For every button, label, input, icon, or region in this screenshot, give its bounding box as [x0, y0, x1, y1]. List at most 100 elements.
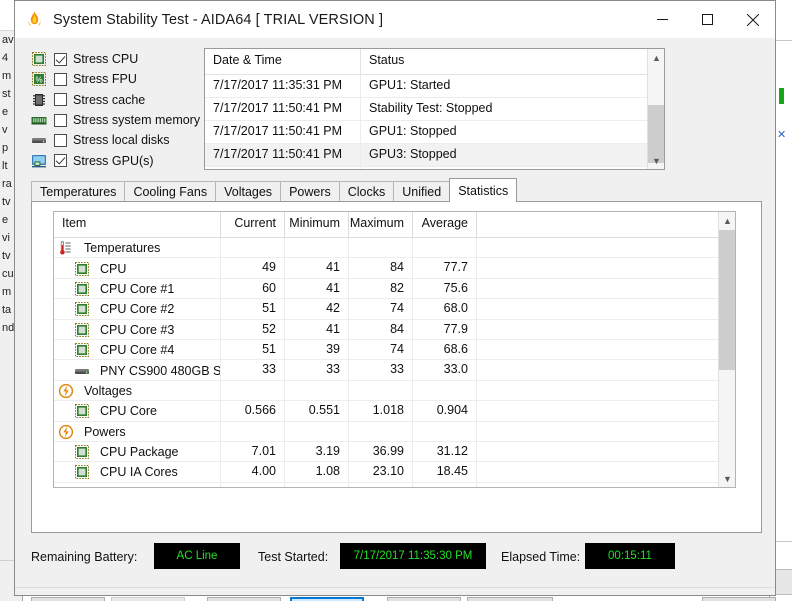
- tab-unified[interactable]: Unified: [393, 181, 451, 202]
- cpu-icon: [74, 281, 90, 297]
- scroll-down-icon[interactable]: ▼: [648, 152, 664, 169]
- log-empty-datetime: [205, 167, 361, 169]
- table-row[interactable]: 7/17/2017 11:35:31 PM GPU1: Started: [205, 75, 664, 98]
- cpu-icon: [74, 322, 90, 338]
- table-row[interactable]: PNY CS900 480GB SSD33333333.0: [54, 360, 735, 381]
- table-row[interactable]: CPU 49 41 84 77.7: [54, 258, 735, 279]
- tab-statistics[interactable]: Statistics: [449, 178, 518, 202]
- stress-option-checkbox[interactable]: [54, 133, 67, 147]
- statistics-spacer-cell: [477, 238, 735, 257]
- statistics-tab-panel: Item Current Minimum Maximum Average Tem…: [31, 201, 762, 533]
- stress-option-checkbox[interactable]: [54, 72, 67, 86]
- table-row[interactable]: CPU Core #4 51 39 74 68.6: [54, 339, 735, 361]
- statistics-current-cell: [221, 238, 285, 258]
- statistics-grid[interactable]: Item Current Minimum Maximum Average Tem…: [53, 211, 736, 488]
- preferences-button[interactable]: Preferences: [467, 597, 553, 601]
- col-header-average[interactable]: Average: [413, 212, 477, 237]
- event-log-col-status[interactable]: Status: [361, 49, 664, 74]
- statistics-spacer-cell: [477, 422, 735, 441]
- stress-option-row[interactable]: Stress system memory: [31, 110, 201, 130]
- tab-voltages[interactable]: Voltages: [215, 181, 282, 202]
- table-row[interactable]: CPU Core #1 60 41 82 75.6: [54, 278, 735, 300]
- table-row[interactable]: CPU IA Cores 4.00 1.08 23.10 18.45: [54, 462, 735, 483]
- statistics-minimum-cell: [285, 238, 349, 258]
- event-log-list[interactable]: Date & Time Status 7/17/2017 11:35:31 PM…: [204, 48, 665, 170]
- statistics-average-cell: [413, 238, 477, 258]
- top-section: Stress CPU% Stress FPU Stress cache Stress …: [15, 38, 775, 178]
- clear-button[interactable]: Clear: [207, 597, 281, 601]
- event-log-scrollbar[interactable]: ▲ ▼: [647, 49, 664, 169]
- save-button[interactable]: Save: [290, 597, 364, 601]
- stress-option-checkbox[interactable]: [54, 52, 67, 66]
- stress-option-row[interactable]: Stress local disks: [31, 130, 201, 150]
- minimize-icon[interactable]: [640, 1, 685, 38]
- stress-options-list[interactable]: Stress CPU% Stress FPU Stress cache Stress …: [31, 49, 201, 171]
- col-header-minimum[interactable]: Minimum: [285, 212, 349, 237]
- statistics-spacer-cell: [477, 279, 735, 298]
- table-row[interactable]: Temperatures: [54, 238, 735, 259]
- test-started-value: 7/17/2017 11:35:30 PM: [340, 543, 486, 569]
- tab-clocks[interactable]: Clocks: [338, 181, 395, 202]
- scroll-down-icon[interactable]: ▼: [719, 470, 735, 487]
- tab-powers[interactable]: Powers: [280, 181, 340, 202]
- col-header-maximum[interactable]: Maximum: [349, 212, 413, 237]
- status-line: Remaining Battery: AC Line Test Started:…: [31, 543, 762, 573]
- stress-option-row[interactable]: Stress cache: [31, 90, 201, 110]
- titlebar[interactable]: System Stability Test - AIDA64 [ TRIAL V…: [15, 1, 775, 38]
- tab-strip[interactable]: Temperatures Cooling Fans Voltages Powers Cl…: [31, 178, 518, 202]
- statistics-item-cell: Voltages: [54, 380, 221, 401]
- gpu-icon: [74, 485, 90, 487]
- statistics-minimum-cell: 33: [285, 360, 349, 380]
- table-row[interactable]: 7/17/2017 11:50:41 PM GPU3: Stopped: [205, 144, 664, 167]
- log-status-cell: Stability Test: Stopped: [369, 101, 493, 115]
- statistics-item-cell: CPU Core #2: [54, 299, 221, 319]
- stress-option-checkbox[interactable]: [54, 93, 67, 107]
- col-header-item[interactable]: Item: [54, 212, 221, 237]
- statistics-maximum-cell: 82: [349, 278, 413, 299]
- tab-label: Unified: [402, 185, 442, 199]
- table-row[interactable]: CPU GT Cores 0.060.0110.579.59: [54, 482, 735, 487]
- fpu-icon: %: [31, 71, 47, 87]
- cpuid-button[interactable]: CPUID: [387, 597, 461, 601]
- disk-icon: [74, 363, 90, 379]
- table-row[interactable]: Powers: [54, 421, 735, 442]
- table-row[interactable]: CPU Core #2 51 42 74 68.0: [54, 299, 735, 320]
- stress-option-row[interactable]: % Stress FPU: [31, 69, 201, 89]
- maximize-icon[interactable]: [685, 1, 730, 38]
- statistics-spacer-cell: [477, 360, 735, 379]
- table-row[interactable]: Voltages: [54, 380, 735, 402]
- statistics-item-cell: CPU GT Cores: [54, 482, 221, 487]
- scroll-up-icon[interactable]: ▲: [719, 212, 735, 229]
- stress-option-checkbox[interactable]: [54, 113, 67, 127]
- statistics-minimum-cell: [285, 380, 349, 401]
- table-row[interactable]: CPU Package 7.01 3.19 36.99 31.12: [54, 441, 735, 463]
- table-row[interactable]: CPU Core #3 52 41 84 77.9: [54, 319, 735, 340]
- statistics-average-cell: 18.45: [413, 462, 477, 482]
- statistics-spacer-cell: [477, 442, 735, 461]
- tab-cooling-fans[interactable]: Cooling Fans: [124, 181, 217, 202]
- statistics-maximum-cell: 33: [349, 360, 413, 380]
- stress-option-row[interactable]: Stress CPU: [31, 49, 201, 69]
- col-header-current[interactable]: Current: [221, 212, 285, 237]
- start-button[interactable]: Start: [31, 597, 105, 601]
- scrollbar-thumb[interactable]: [719, 230, 735, 370]
- statistics-minimum-cell: 0.551: [285, 401, 349, 421]
- tab-temperatures[interactable]: Temperatures: [31, 181, 126, 202]
- stress-option-row[interactable]: Stress GPU(s): [31, 150, 201, 170]
- statistics-average-cell: 68.6: [413, 339, 477, 360]
- close-button[interactable]: Close: [702, 597, 776, 601]
- table-row[interactable]: 7/17/2017 11:50:41 PM GPU1: Stopped: [205, 121, 664, 144]
- statistics-item-label: PNY CS900 480GB SSD: [100, 363, 221, 378]
- close-icon[interactable]: [730, 1, 775, 38]
- statistics-maximum-cell: 10.57: [349, 482, 413, 487]
- table-row[interactable]: CPU Core 0.566 0.551 1.018 0.904: [54, 401, 735, 422]
- statistics-current-cell: 51: [221, 299, 285, 319]
- event-log-header: Date & Time Status: [205, 49, 664, 75]
- statistics-item-label: CPU Core #4: [100, 343, 175, 358]
- scroll-up-icon[interactable]: ▲: [648, 49, 664, 66]
- statistics-scrollbar[interactable]: ▲ ▼: [718, 212, 735, 487]
- statistics-item-label: CPU Core #1: [100, 281, 175, 296]
- event-log-col-datetime[interactable]: Date & Time: [205, 49, 361, 74]
- table-row[interactable]: 7/17/2017 11:50:41 PM Stability Test: Sto…: [205, 98, 664, 121]
- stress-option-checkbox[interactable]: [54, 154, 67, 168]
